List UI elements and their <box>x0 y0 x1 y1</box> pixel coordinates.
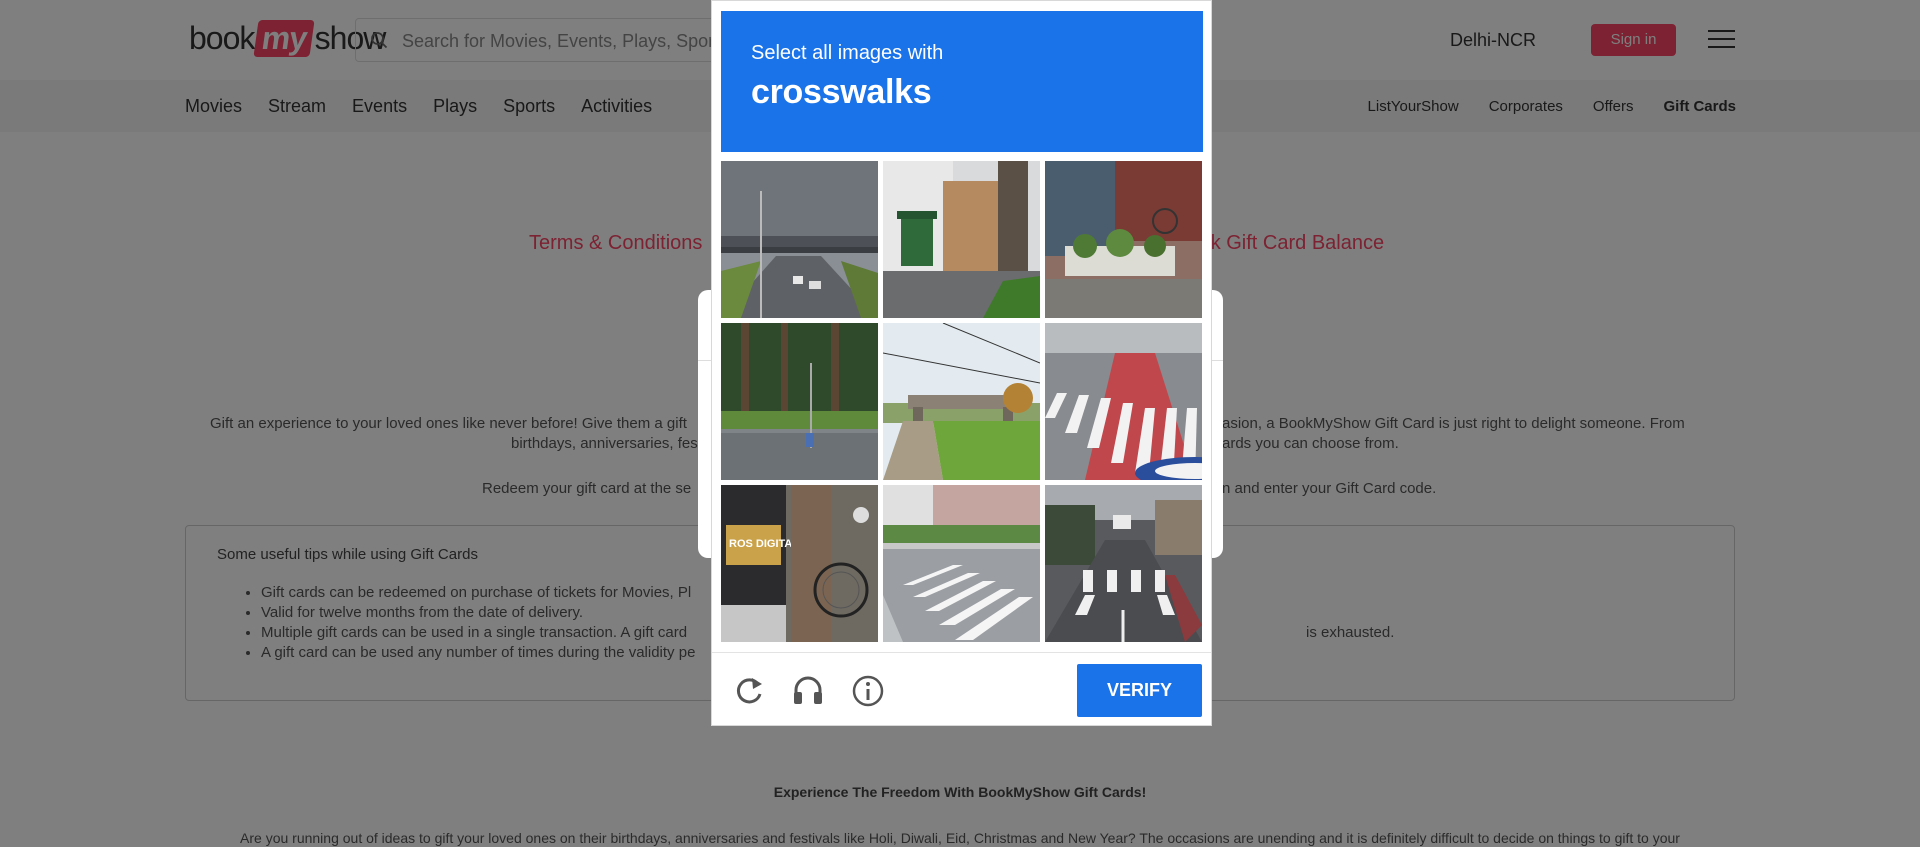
captcha-tile-trash-bin[interactable] <box>883 161 1040 318</box>
captcha-tile-crosswalk-bike-lane[interactable] <box>1045 323 1202 480</box>
captcha-tile-intersection-trees[interactable] <box>721 323 878 480</box>
captcha-footer-divider <box>712 652 1211 653</box>
captcha-tile-tree-bicycle[interactable]: ROS DIGITAL CAR <box>721 485 878 642</box>
captcha-image-grid: ROS DIGITAL CAR <box>721 161 1204 644</box>
captcha-tile-crosswalk-urban-road[interactable] <box>1045 485 1202 642</box>
reload-icon[interactable] <box>732 674 766 708</box>
captcha-header: Select all images with crosswalks <box>721 11 1203 152</box>
captcha-prompt: Select all images with <box>751 42 944 64</box>
captcha-tile-crosswalk-residential[interactable] <box>883 485 1040 642</box>
info-icon[interactable] <box>851 674 885 708</box>
captcha-dialog: Select all images with crosswalks ROS DI… <box>711 0 1212 726</box>
verify-button[interactable]: VERIFY <box>1077 664 1202 717</box>
captcha-tile-highway-overpass[interactable] <box>721 161 878 318</box>
captcha-tile-potted-plants[interactable] <box>1045 161 1202 318</box>
captcha-target-word: crosswalks <box>751 73 932 111</box>
audio-icon[interactable] <box>791 674 825 708</box>
captcha-tile-dirt-path-bridge[interactable] <box>883 323 1040 480</box>
